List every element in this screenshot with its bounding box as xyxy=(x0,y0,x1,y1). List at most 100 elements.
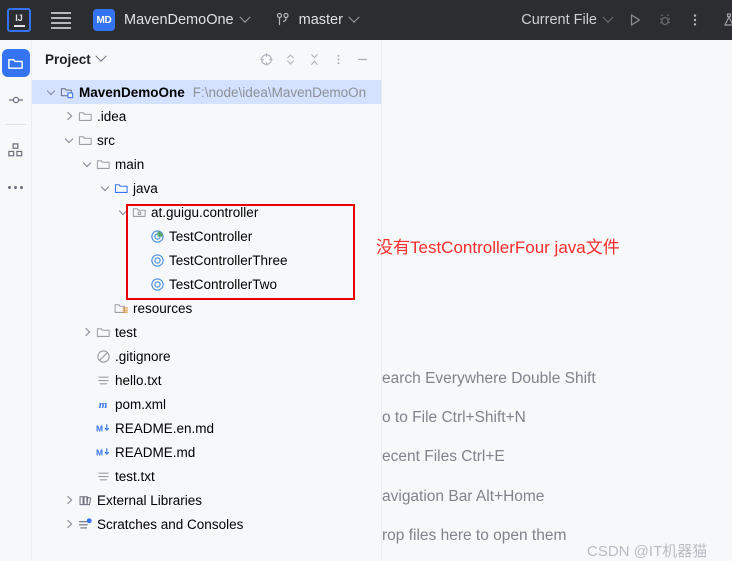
run-play-icon[interactable] xyxy=(622,7,648,33)
tree-arrow-placeholder xyxy=(80,445,94,459)
tree-row-label: java xyxy=(133,180,158,196)
chevron-down-icon[interactable] xyxy=(44,85,58,99)
title-bar: IJ MD MavenDemoOne master Current File xyxy=(0,0,732,40)
sidebar-item-project[interactable] xyxy=(1,49,30,77)
tree-row-src[interactable]: src xyxy=(32,128,381,152)
tree-row-mavendemoone[interactable]: MavenDemoOne F:\node\idea\MavenDemoOn xyxy=(32,80,381,104)
java-class-icon xyxy=(148,253,166,268)
scratches-icon xyxy=(76,517,94,532)
crosshair-target-icon[interactable] xyxy=(255,48,277,70)
svg-text:m: m xyxy=(99,399,108,411)
tree-row-label: Scratches and Consoles xyxy=(97,516,244,532)
tree-row-label: pom.xml xyxy=(115,396,167,412)
tree-row-external-libraries[interactable]: External Libraries xyxy=(32,488,381,512)
editor-hint: avigation Bar Alt+Home xyxy=(382,488,545,505)
tree-row-label: README.md xyxy=(115,444,196,460)
libraries-icon xyxy=(76,493,94,508)
tree-arrow-placeholder xyxy=(134,229,148,243)
tree-row-main[interactable]: main xyxy=(32,152,381,176)
tree-row-gitignore[interactable]: .gitignore xyxy=(32,344,381,368)
tree-row-resources[interactable]: resources xyxy=(32,296,381,320)
tree-row-scratches-and-consoles[interactable]: Scratches and Consoles xyxy=(32,512,381,536)
tree-row-label: README.en.md xyxy=(115,420,215,436)
git-branch-icon xyxy=(275,12,291,28)
markdown-icon: M xyxy=(94,444,112,460)
tree-row-label: .gitignore xyxy=(115,348,171,364)
resources-root-folder-icon xyxy=(112,301,130,316)
source-root-folder-icon xyxy=(112,181,130,196)
chevron-down-icon[interactable] xyxy=(95,50,107,62)
run-configuration-selector[interactable]: Current File xyxy=(521,12,597,28)
chevron-right-icon[interactable] xyxy=(62,109,76,123)
watermark-text: CSDN @IT机器猫 xyxy=(587,543,708,560)
java-class-added-icon xyxy=(148,229,166,244)
tree-row-label: hello.txt xyxy=(115,372,162,388)
editor-empty-area[interactable]: earch Everywhere Double Shift o to File C… xyxy=(382,40,732,561)
tree-row-java[interactable]: java xyxy=(32,176,381,200)
tree-row-hello-txt[interactable]: hello.txt xyxy=(32,368,381,392)
text-file-icon xyxy=(94,469,112,484)
debug-bug-icon[interactable] xyxy=(652,7,678,33)
project-panel-header: Project xyxy=(32,40,381,78)
dot xyxy=(8,185,11,189)
more-vertical-icon[interactable] xyxy=(327,48,349,70)
sidebar-item-structure[interactable] xyxy=(2,136,30,164)
ide-window: IJ MD MavenDemoOne master Current File P… xyxy=(0,0,732,561)
hamburger-menu-icon[interactable] xyxy=(51,9,73,31)
intellij-logo-icon[interactable]: IJ xyxy=(7,8,31,32)
tree-row-readme-en-md[interactable]: M README.en.md xyxy=(32,416,381,440)
tree-row-label: test.txt xyxy=(115,468,155,484)
editor-hint: o to File Ctrl+Shift+N xyxy=(382,409,526,426)
chevron-right-icon[interactable] xyxy=(62,493,76,507)
project-name-label[interactable]: MavenDemoOne xyxy=(124,12,234,28)
tree-row-test-txt[interactable]: test.txt xyxy=(32,464,381,488)
chevron-down-icon[interactable] xyxy=(348,11,360,23)
more-vertical-icon[interactable] xyxy=(682,7,708,33)
tree-row-testcontrollertwo[interactable]: TestControllerTwo xyxy=(32,272,381,296)
tree-row-testcontroller[interactable]: TestController xyxy=(32,224,381,248)
settings-partial-icon[interactable] xyxy=(716,7,732,33)
chevron-right-icon[interactable] xyxy=(62,517,76,531)
tree-row-label: test xyxy=(115,324,137,340)
chevron-down-icon[interactable] xyxy=(602,11,614,23)
project-badge[interactable]: MD xyxy=(93,9,115,31)
chevron-down-icon[interactable] xyxy=(116,205,130,219)
chevron-updown-icon[interactable] xyxy=(279,48,301,70)
tree-row-label: .idea xyxy=(97,108,127,124)
project-tree[interactable]: MavenDemoOne F:\node\idea\MavenDemoOn .ide… xyxy=(32,78,381,536)
tree-row-label: External Libraries xyxy=(97,492,203,508)
tree-row-path: F:\node\idea\MavenDemoOn xyxy=(192,84,367,100)
chevron-down-icon[interactable] xyxy=(80,157,94,171)
chevron-down-icon[interactable] xyxy=(238,11,251,23)
tree-row-label: TestControllerThree xyxy=(169,252,288,268)
tree-row-label: src xyxy=(97,132,115,148)
chevron-down-icon[interactable] xyxy=(98,181,112,195)
minimize-line-icon[interactable] xyxy=(351,48,373,70)
project-tool-window: Project MavenDemoOne F:\node\idea\MavenD… xyxy=(32,40,381,561)
svg-text:M: M xyxy=(95,447,102,457)
markdown-icon: M xyxy=(94,420,112,436)
folder-icon xyxy=(94,157,112,172)
tree-row-pom-xml[interactable]: m pom.xml xyxy=(32,392,381,416)
project-panel-title: Project xyxy=(45,51,91,67)
tree-row-testcontrollerthree[interactable]: TestControllerThree xyxy=(32,248,381,272)
dot xyxy=(20,185,23,189)
git-branch-label[interactable]: master xyxy=(299,12,343,28)
hamburger-line xyxy=(51,16,71,19)
sidebar-item-commit[interactable] xyxy=(2,86,30,114)
tree-row-test[interactable]: test xyxy=(32,320,381,344)
tree-arrow-placeholder xyxy=(80,469,94,483)
tree-row-idea[interactable]: .idea xyxy=(32,104,381,128)
collapse-all-icon[interactable] xyxy=(303,48,325,70)
tree-arrow-placeholder xyxy=(98,301,112,315)
tree-row-at-guigu-controller[interactable]: at.guigu.controller xyxy=(32,200,381,224)
editor-hint: rop files here to open them xyxy=(382,527,567,544)
tree-arrow-placeholder xyxy=(134,253,148,267)
chevron-down-icon[interactable] xyxy=(62,133,76,147)
chevron-right-icon[interactable] xyxy=(80,325,94,339)
intellij-logo-underline xyxy=(13,24,25,27)
tree-arrow-placeholder xyxy=(80,349,94,363)
editor-hint: ecent Files Ctrl+E xyxy=(382,448,505,465)
tree-row-readme-md[interactable]: M README.md xyxy=(32,440,381,464)
sidebar-item-more[interactable] xyxy=(2,173,30,201)
